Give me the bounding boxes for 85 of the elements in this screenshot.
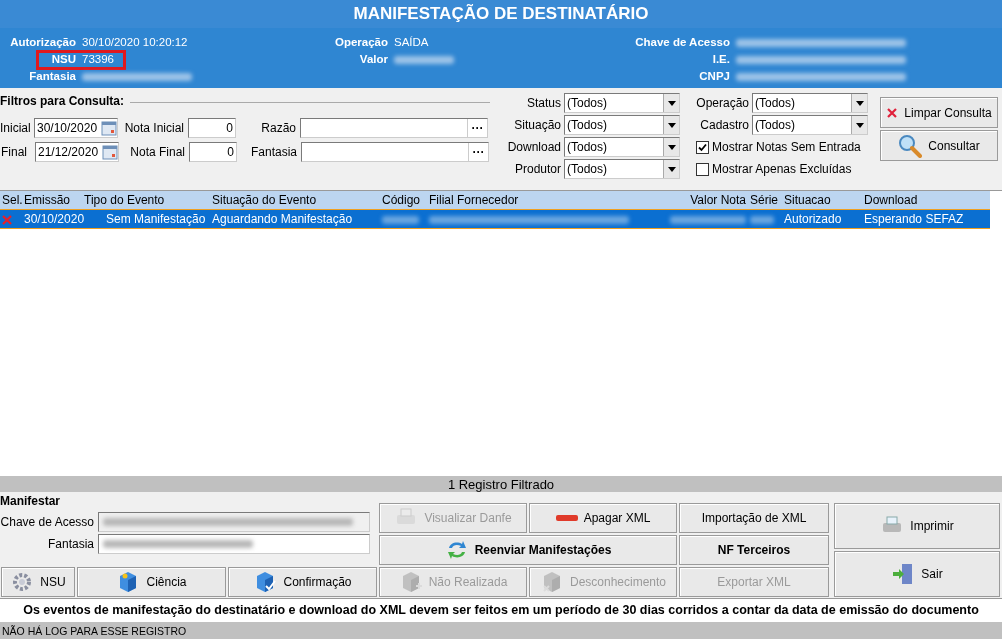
field-label: Chave de Acesso bbox=[634, 35, 730, 50]
field-label: I.E. bbox=[711, 52, 730, 67]
select-field[interactable]: (Todos) bbox=[752, 115, 868, 135]
calendar-icon bbox=[101, 120, 117, 136]
close-icon bbox=[886, 106, 899, 119]
action-button[interactable]: Imprimir bbox=[834, 503, 1000, 549]
number-field[interactable]: 0 bbox=[188, 118, 236, 138]
field-label: Inicial bbox=[0, 120, 32, 137]
table-cell: 30/10/2020 bbox=[22, 209, 82, 229]
dropdown-arrow-icon bbox=[667, 166, 676, 172]
table-cell: Autorizado bbox=[782, 209, 862, 229]
column-header[interactable]: Código bbox=[380, 191, 427, 210]
field-label: Fantasia bbox=[249, 144, 298, 161]
section-title: Manifestar bbox=[0, 493, 62, 510]
column-header[interactable]: Sel. bbox=[0, 191, 22, 210]
action-button[interactable]: Importação de XML bbox=[679, 503, 829, 533]
field-label: Nota Final bbox=[129, 144, 186, 161]
field-label: Operação bbox=[695, 95, 750, 112]
table-cell: Aguardando Manifestação bbox=[210, 209, 380, 229]
lookup-button[interactable]: ··· bbox=[468, 143, 488, 161]
log-status: NÃO HÁ LOG PARA ESSE REGISTRO bbox=[0, 620, 1002, 639]
dropdown-arrow-icon bbox=[667, 144, 676, 150]
field-label: Download bbox=[506, 139, 562, 156]
number-field[interactable]: 0 bbox=[189, 142, 237, 162]
lookup-button[interactable]: ··· bbox=[467, 119, 487, 137]
dropdown-arrow-icon bbox=[855, 100, 864, 106]
column-header[interactable]: Situacao bbox=[782, 191, 862, 210]
action-button[interactable]: Reenviar Manifestações bbox=[379, 535, 677, 565]
field-label: Chave de Acesso bbox=[0, 514, 95, 531]
field-label: Nota Inicial bbox=[123, 120, 185, 137]
lookup-field[interactable]: ··· bbox=[300, 118, 488, 138]
action-button[interactable]: Apagar XML bbox=[529, 503, 677, 533]
action-button[interactable]: Ciência bbox=[77, 567, 226, 597]
text-field[interactable] bbox=[98, 534, 370, 554]
notice-text: Os eventos de manifestação do destinatário e download do XML devem ser feitos em um período de 30 dias corridos a contar da data de emissão do documento bbox=[0, 598, 1002, 620]
field-label: Produtor bbox=[513, 161, 562, 178]
section-title: Filtros para Consulta: bbox=[0, 93, 124, 110]
field-label: NSU bbox=[50, 52, 76, 67]
select-field[interactable]: (Todos) bbox=[564, 159, 680, 179]
calendar-icon bbox=[102, 144, 118, 160]
filter-button[interactable]: Limpar Consulta bbox=[880, 97, 998, 128]
lookup-field[interactable]: ··· bbox=[301, 142, 489, 162]
dropdown-arrow-icon bbox=[667, 122, 676, 128]
checkbox[interactable] bbox=[696, 162, 709, 176]
field-label: Fantasia bbox=[46, 536, 95, 553]
column-header[interactable]: Filial Fornecedor bbox=[427, 191, 662, 210]
field-label: Cadastro bbox=[699, 117, 750, 134]
minus-bar-icon bbox=[555, 515, 578, 521]
column-header[interactable]: Série bbox=[748, 191, 782, 210]
action-button[interactable]: NSU bbox=[1, 567, 75, 597]
action-button[interactable]: NF Terceiros bbox=[679, 535, 829, 565]
status-bar: 1 Registro Filtrado bbox=[0, 474, 1002, 492]
dropdown-arrow-icon bbox=[667, 100, 676, 106]
checkbox-label: Mostrar Apenas Excluídas bbox=[712, 161, 852, 178]
column-header[interactable]: Valor Nota bbox=[662, 191, 748, 210]
x-mark-icon bbox=[2, 214, 12, 225]
field-label: Status bbox=[525, 95, 562, 112]
field-label: CNPJ bbox=[698, 69, 730, 84]
field-label: Fantasia bbox=[28, 69, 76, 84]
column-header[interactable]: Emissão bbox=[22, 191, 82, 210]
column-header[interactable]: Download bbox=[862, 191, 990, 210]
checkbox-label: Mostrar Notas Sem Entrada bbox=[712, 139, 861, 156]
action-button[interactable]: Sair bbox=[834, 551, 1000, 597]
select-field[interactable]: (Todos) bbox=[564, 137, 680, 157]
column-header[interactable]: Tipo do Evento bbox=[82, 191, 210, 210]
field-label: Situação bbox=[513, 117, 562, 134]
select-field[interactable]: (Todos) bbox=[752, 93, 868, 113]
checkbox[interactable] bbox=[696, 140, 709, 154]
filter-button[interactable]: Consultar bbox=[880, 130, 998, 161]
dropdown-arrow-icon bbox=[855, 122, 864, 128]
action-button[interactable]: Confirmação bbox=[228, 567, 377, 597]
date-field[interactable]: 30/10/2020 bbox=[34, 118, 118, 138]
date-field[interactable]: 21/12/2020 bbox=[35, 142, 119, 162]
field-label: Autorização bbox=[9, 35, 76, 50]
check-icon bbox=[698, 142, 707, 152]
field-label: Valor bbox=[358, 52, 388, 67]
search-icon bbox=[898, 133, 923, 158]
select-field[interactable]: (Todos) bbox=[564, 93, 680, 113]
window-title: MANIFESTAÇÃO DE DESTINATÁRIO bbox=[0, 0, 1002, 28]
select-field[interactable]: (Todos) bbox=[564, 115, 680, 135]
field-label: Operação bbox=[333, 35, 388, 50]
column-header[interactable]: Situação do Evento bbox=[210, 191, 380, 210]
field-label: Razão bbox=[260, 120, 297, 137]
field-label: Final bbox=[1, 144, 28, 161]
table-cell: Esperando SEFAZ bbox=[862, 209, 990, 229]
